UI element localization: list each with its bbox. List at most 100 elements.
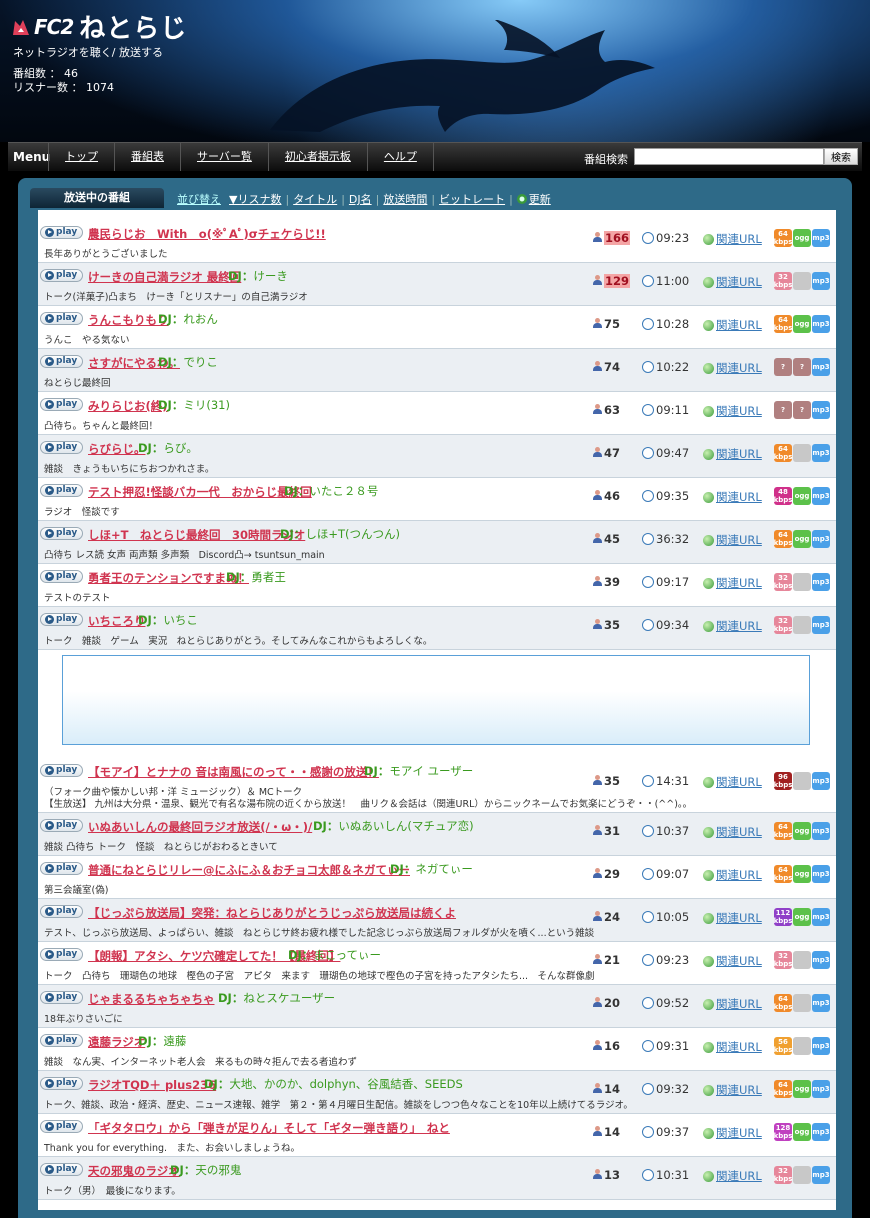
play-button[interactable]: play bbox=[40, 355, 83, 368]
play-button[interactable]: play bbox=[40, 441, 83, 454]
sort-listeners[interactable]: ▼リスナ数 bbox=[229, 191, 281, 207]
program-title[interactable]: 【じっぷら放送局】突発：ねとらじありがとうじっぷら放送局は続くよ bbox=[88, 905, 456, 921]
nav-help[interactable]: ヘルプ bbox=[366, 143, 434, 171]
related-url-link[interactable]: 関連URL bbox=[703, 489, 762, 505]
nav-beginner-board[interactable]: 初心者掲示板 bbox=[267, 143, 367, 171]
whale-illustration bbox=[270, 20, 655, 132]
play-button[interactable]: play bbox=[40, 764, 83, 777]
related-url-link[interactable]: 関連URL bbox=[703, 910, 762, 926]
related-url-link[interactable]: 関連URL bbox=[703, 360, 762, 376]
format-badge: ogg bbox=[793, 908, 811, 926]
program-title[interactable]: けーきの自己満ラジオ 最終回 bbox=[88, 269, 241, 285]
format-badge bbox=[793, 573, 811, 591]
play-button[interactable]: play bbox=[40, 1120, 83, 1133]
program-title[interactable]: いぬあいしんの最終回ラジオ放送(/・ω・)/ bbox=[88, 819, 312, 835]
tab-on-air[interactable]: 放送中の番組 bbox=[30, 188, 164, 208]
nav-top[interactable]: トップ bbox=[48, 143, 114, 171]
play-button[interactable]: play bbox=[40, 613, 83, 626]
related-url-link[interactable]: 関連URL bbox=[703, 618, 762, 634]
related-url-link[interactable]: 関連URL bbox=[703, 575, 762, 591]
play-label: play bbox=[56, 1078, 78, 1088]
format-badge: 112 kbps bbox=[773, 908, 793, 926]
nav-schedule[interactable]: 番組表 bbox=[114, 143, 180, 171]
play-button[interactable]: play bbox=[40, 819, 83, 832]
format-badge bbox=[793, 772, 811, 790]
related-url-link[interactable]: 関連URL bbox=[703, 403, 762, 419]
play-button[interactable]: play bbox=[40, 991, 83, 1004]
program-title[interactable]: ラジオTQD＋ plus236 bbox=[88, 1077, 216, 1093]
related-url-link[interactable]: 関連URL bbox=[703, 867, 762, 883]
search-button[interactable]: 検索 bbox=[824, 148, 858, 165]
listener-number: 166 bbox=[604, 231, 631, 245]
play-button[interactable]: play bbox=[40, 398, 83, 411]
listener-icon bbox=[592, 576, 602, 587]
sort-time[interactable]: 放送時間 bbox=[383, 191, 427, 207]
program-description: ねとらじ最終回 bbox=[44, 378, 111, 389]
related-url-link[interactable]: 関連URL bbox=[703, 996, 762, 1012]
logo-name: ねとらじ bbox=[79, 14, 188, 44]
program-title[interactable]: 天の邪鬼のラジオ bbox=[88, 1163, 180, 1179]
program-title[interactable]: 遠藤ラジオ bbox=[88, 1034, 145, 1050]
play-button[interactable]: play bbox=[40, 527, 83, 540]
format-badge: 32 kbps bbox=[773, 616, 793, 634]
program-description: トーク 雑談 ゲーム 実況 ねとらじありがとう。そしてみんなこれからもよろしくな… bbox=[44, 636, 433, 647]
program-title[interactable]: しほ+T ねとらじ最終回 30時間ラジオ bbox=[88, 527, 305, 543]
program-title[interactable]: じゃまるるちゃちゃちゃ bbox=[88, 991, 215, 1007]
program-title[interactable]: 勇者王のテンションですまぬ！ bbox=[88, 570, 249, 586]
related-url-link[interactable]: 関連URL bbox=[703, 274, 762, 290]
play-button[interactable]: play bbox=[40, 312, 83, 325]
listener-icon bbox=[592, 1083, 602, 1094]
format-badges: 64 kbps mp3 bbox=[774, 994, 830, 1012]
refresh-link[interactable]: 更新 bbox=[529, 191, 551, 207]
play-button[interactable]: play bbox=[40, 269, 83, 282]
play-button[interactable]: play bbox=[40, 226, 83, 239]
related-url-link[interactable]: 関連URL bbox=[703, 1082, 762, 1098]
play-button[interactable]: play bbox=[40, 862, 83, 875]
play-button[interactable]: play bbox=[40, 484, 83, 497]
related-url-link[interactable]: 関連URL bbox=[703, 1168, 762, 1184]
sort-dj[interactable]: DJ名 bbox=[349, 191, 372, 207]
related-url-link[interactable]: 関連URL bbox=[703, 824, 762, 840]
program-title[interactable]: 普通にねとらじリレー@にふにふ＆おチョコ太郎＆ネガてぃー bbox=[88, 862, 410, 878]
listener-number: 14 bbox=[604, 1125, 621, 1139]
program-title[interactable]: 【モアイ】とナナの 音は南風にのって・・感謝の放送！ bbox=[88, 764, 379, 780]
sort-bitrate[interactable]: ビットレート bbox=[439, 191, 505, 207]
search-input[interactable] bbox=[634, 148, 824, 165]
program-title[interactable]: らびらじ。 bbox=[88, 441, 146, 457]
clock-icon bbox=[642, 1083, 654, 1095]
format-badges: 56 kbps mp3 bbox=[774, 1037, 830, 1055]
related-url-link[interactable]: 関連URL bbox=[703, 231, 762, 247]
program-title[interactable]: いちころり bbox=[88, 613, 146, 629]
format-badge: mp3 bbox=[812, 1166, 830, 1184]
play-button[interactable]: play bbox=[40, 1034, 83, 1047]
program-title[interactable]: テスト押忍!怪談バカ一代 おからじ最終回 bbox=[88, 484, 312, 500]
related-url-link[interactable]: 関連URL bbox=[703, 532, 762, 548]
listener-count: 20 bbox=[592, 996, 620, 1010]
refresh-icon[interactable] bbox=[516, 194, 527, 204]
related-url-link[interactable]: 関連URL bbox=[703, 317, 762, 333]
sort-title[interactable]: タイトル bbox=[293, 191, 337, 207]
program-title[interactable]: 農民らじお With o(※ﾟAﾟ)σチェケらじ!! bbox=[88, 226, 326, 242]
broadcast-time: 09:52 bbox=[642, 996, 689, 1010]
play-button[interactable]: play bbox=[40, 905, 83, 918]
format-badge: ogg bbox=[793, 530, 811, 548]
site-logo[interactable]: FC2 ねとらじ bbox=[12, 8, 187, 45]
program-title[interactable]: 「ギタタロウ」から「弾きが足りん」そして「ギター弾き語り」 ねと bbox=[88, 1120, 450, 1136]
play-button[interactable]: play bbox=[40, 1077, 83, 1090]
menu-label: Menu bbox=[13, 150, 51, 164]
format-badge: ogg bbox=[793, 822, 811, 840]
related-url-link[interactable]: 関連URL bbox=[703, 953, 762, 969]
play-button[interactable]: play bbox=[40, 948, 83, 961]
related-url-link[interactable]: 関連URL bbox=[703, 446, 762, 462]
program-title[interactable]: うんこもりもり bbox=[88, 312, 169, 328]
nav-servers[interactable]: サーバー覧 bbox=[180, 143, 268, 171]
related-url-link[interactable]: 関連URL bbox=[703, 1039, 762, 1055]
play-button[interactable]: play bbox=[40, 570, 83, 583]
program-row: play さすがにやるわ。 DJ：でりこ ねとらじ最終回 74 10:22 関連URL?? m… bbox=[38, 349, 836, 392]
related-url-link[interactable]: 関連URL bbox=[703, 774, 762, 790]
broadcast-time: 09:07 bbox=[642, 867, 689, 881]
listener-icon bbox=[592, 533, 602, 544]
play-button[interactable]: play bbox=[40, 1163, 83, 1176]
program-title[interactable]: みりらじお(終) bbox=[88, 398, 168, 414]
related-url-link[interactable]: 関連URL bbox=[703, 1125, 762, 1141]
